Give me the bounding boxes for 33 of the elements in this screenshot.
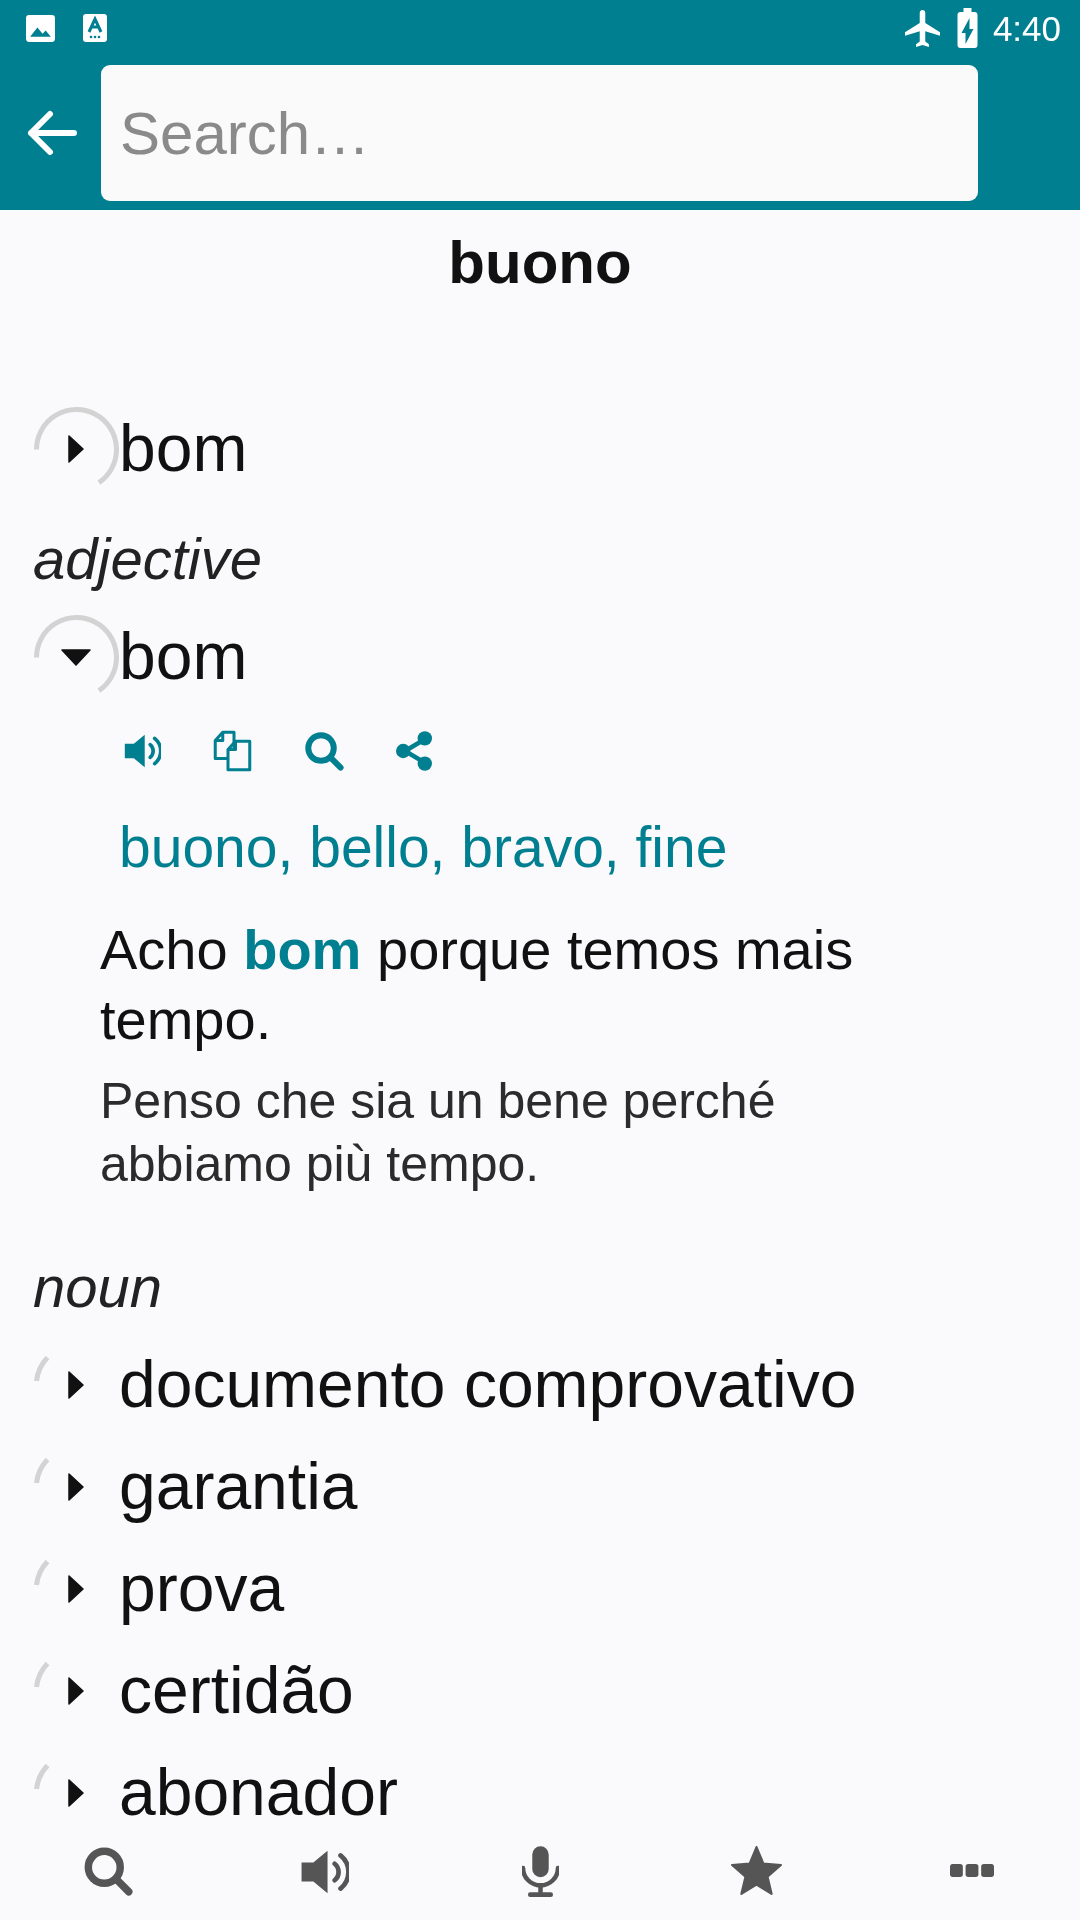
entry-word[interactable]: prova [119,1551,285,1627]
caret-right-icon[interactable] [68,1575,84,1603]
example-translation: Penso che sia un bene perché abbiamo più tempo. [100,1072,777,1194]
copy-icon[interactable] [213,730,252,772]
entry-word[interactable]: certidão [119,1653,354,1729]
caret-right-icon[interactable] [68,1371,84,1399]
entry-word[interactable]: bom [119,619,248,695]
share-icon[interactable] [396,731,432,771]
status-time: 4:40 [992,10,1061,46]
search-icon[interactable] [83,1846,133,1896]
headword-title: buono [448,228,632,298]
entry-word[interactable]: bom [119,411,248,487]
microphone-icon[interactable] [521,1846,559,1897]
battery-charging-icon [956,8,978,48]
caret-right-icon[interactable] [68,435,84,463]
search-icon[interactable] [304,731,344,771]
more-icon[interactable] [950,1864,994,1877]
image-icon [26,14,55,42]
caret-right-icon[interactable] [68,1779,84,1807]
entry-word[interactable]: documento comprovativo [119,1347,857,1423]
letter-tile-icon [83,14,107,42]
caret-down-icon[interactable] [61,648,91,666]
entry-word[interactable]: garantia [119,1449,358,1525]
star-icon[interactable] [730,1846,782,1896]
caret-right-icon[interactable] [68,1473,84,1501]
caret-right-icon[interactable] [68,1677,84,1705]
example-sentence: Acho bom porque temos mais tempo. [100,917,855,1053]
translation-list: buono, bello, bravo, fine [119,807,728,887]
part-of-speech-label: noun [33,1253,163,1321]
entry-word[interactable]: abonador [119,1755,398,1831]
airplane-icon [904,9,940,47]
part-of-speech-label: adjective [33,525,262,593]
search-field[interactable]: Search… [101,65,978,201]
